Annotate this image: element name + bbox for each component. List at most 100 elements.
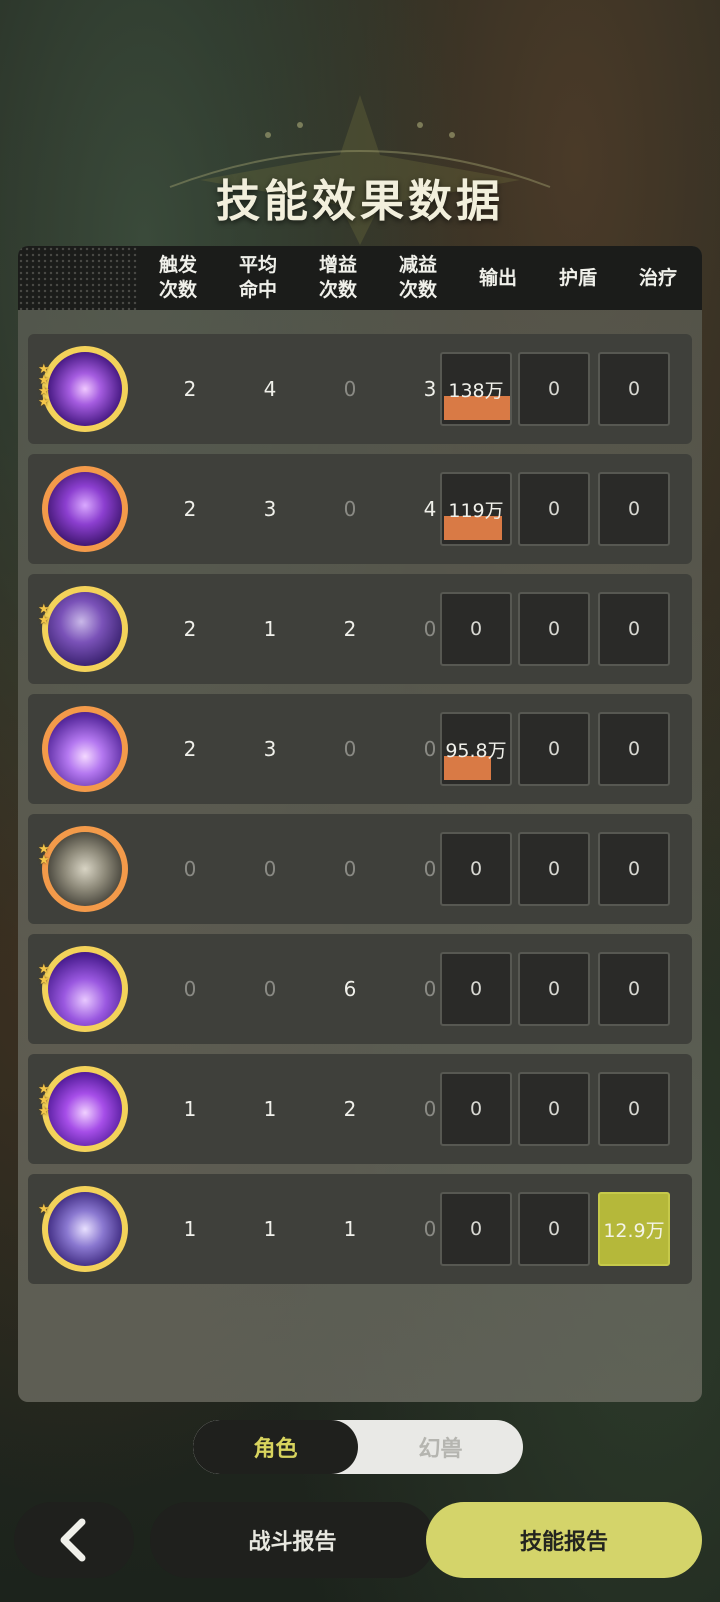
output-value: 0 bbox=[469, 978, 483, 1000]
header-trigger-line2: 次数 bbox=[158, 279, 197, 301]
trigger-count: 2 bbox=[183, 737, 197, 761]
avg-hits: 4 bbox=[263, 377, 277, 401]
buff-count: 0 bbox=[343, 857, 357, 881]
header-avg-hits: 平均 命中 bbox=[218, 253, 298, 303]
output-value: 0 bbox=[469, 858, 483, 880]
tab-skill-report[interactable]: 技能报告 bbox=[426, 1502, 702, 1578]
skill-row: ★ ★ 0 0 0 0 0 0 0 bbox=[28, 814, 692, 924]
skill-icon-art bbox=[48, 952, 122, 1026]
header-hits-line1: 平均 bbox=[238, 254, 277, 276]
buff-count: 2 bbox=[343, 1097, 357, 1121]
header-output: 输出 bbox=[478, 266, 517, 289]
trigger-count: 2 bbox=[183, 377, 197, 401]
heal-cell: 0 bbox=[598, 712, 670, 786]
avg-hits: 1 bbox=[263, 617, 277, 641]
heal-cell: 0 bbox=[598, 832, 670, 906]
header-heal: 治疗 bbox=[638, 266, 677, 289]
star-icon: ★ bbox=[38, 395, 50, 410]
skill-row: ★ 1 1 1 0 0 0 12.9万 bbox=[28, 1174, 692, 1284]
output-cell: 0 bbox=[440, 1192, 512, 1266]
toggle-beast[interactable]: 幻兽 bbox=[358, 1420, 523, 1474]
star-rating: ★ ★ ★ ★ bbox=[38, 363, 52, 410]
page-title: 技能效果数据 bbox=[216, 176, 504, 227]
trigger-count: 0 bbox=[183, 857, 197, 881]
shield-cell: 0 bbox=[518, 952, 590, 1026]
trigger-count: 2 bbox=[183, 497, 197, 521]
silhouette-aura-skill-icon[interactable] bbox=[42, 946, 128, 1032]
shield-cell: 0 bbox=[518, 1192, 590, 1266]
purple-heart-skill-icon[interactable] bbox=[42, 346, 128, 432]
header-debuff-count: 减益 次数 bbox=[378, 253, 458, 303]
figure-spin-skill-icon[interactable] bbox=[42, 826, 128, 912]
role-beast-toggle[interactable]: 角色 幻兽 bbox=[193, 1420, 523, 1474]
star-rating: ★ bbox=[38, 1202, 52, 1217]
star-icon: ★ bbox=[38, 1202, 50, 1217]
header-trigger-line1: 触发 bbox=[158, 254, 197, 276]
skill-icon-art bbox=[48, 712, 122, 786]
star-icon: ★ bbox=[38, 853, 50, 868]
header-buff-count: 增益 次数 bbox=[298, 253, 378, 303]
heal-cell: 0 bbox=[598, 472, 670, 546]
skill-row: ★ ★ 2 1 2 0 0 0 0 bbox=[28, 574, 692, 684]
shield-cell: 0 bbox=[518, 712, 590, 786]
chevron-left-icon bbox=[60, 1518, 86, 1562]
shield-cell: 0 bbox=[518, 592, 590, 666]
avg-hits: 1 bbox=[263, 1097, 277, 1121]
avg-hits: 0 bbox=[263, 857, 277, 881]
heal-cell: 0 bbox=[598, 1072, 670, 1146]
output-cell: 0 bbox=[440, 592, 512, 666]
buff-count: 2 bbox=[343, 617, 357, 641]
shadow-claw-skill-icon[interactable] bbox=[42, 586, 128, 672]
trigger-count: 1 bbox=[183, 1097, 197, 1121]
star-rating: ★ ★ bbox=[38, 843, 52, 868]
skill-icon-art bbox=[48, 352, 122, 426]
output-value: 0 bbox=[469, 618, 483, 640]
shield-cell: 0 bbox=[518, 352, 590, 426]
ghost-face-skill-icon[interactable] bbox=[42, 466, 128, 552]
title-area: 技能效果数据 bbox=[0, 95, 720, 245]
header-buff-line2: 次数 bbox=[318, 279, 357, 301]
heal-cell: 12.9万 bbox=[598, 1192, 670, 1266]
header-trigger-count: 触发 次数 bbox=[138, 253, 218, 303]
lightning-orb-skill-icon[interactable] bbox=[42, 1186, 128, 1272]
trigger-count: 2 bbox=[183, 617, 197, 641]
tab-battle-report[interactable]: 战斗报告 bbox=[150, 1502, 435, 1578]
output-cell: 138万 bbox=[440, 352, 512, 426]
toggle-role[interactable]: 角色 bbox=[193, 1420, 358, 1474]
heal-cell: 0 bbox=[598, 352, 670, 426]
buff-count: 6 bbox=[343, 977, 357, 1001]
output-value: 119万 bbox=[448, 500, 504, 522]
avg-hits: 3 bbox=[263, 497, 277, 521]
skill-row: 2 3 0 4 119万 0 0 bbox=[28, 454, 692, 564]
trigger-count: 0 bbox=[183, 977, 197, 1001]
buff-count: 0 bbox=[343, 497, 357, 521]
star-rating: ★ ★ bbox=[38, 963, 52, 988]
back-button[interactable] bbox=[14, 1502, 134, 1578]
skill-icon-art bbox=[48, 1192, 122, 1266]
shield-cell: 0 bbox=[518, 832, 590, 906]
output-value: 138万 bbox=[448, 380, 504, 402]
avg-hits: 1 bbox=[263, 1217, 277, 1241]
skill-icon-art bbox=[48, 592, 122, 666]
skill-row: 2 3 0 0 95.8万 0 0 bbox=[28, 694, 692, 804]
star-icon: ★ bbox=[38, 973, 50, 988]
skill-icon-art bbox=[48, 472, 122, 546]
shield-cell: 0 bbox=[518, 1072, 590, 1146]
output-value: 0 bbox=[469, 1218, 483, 1240]
crystal-burst-skill-icon[interactable] bbox=[42, 706, 128, 792]
skill-row: ★ ★ ★ ★ 2 4 0 3 138万 0 0 bbox=[28, 334, 692, 444]
output-value: 95.8万 bbox=[445, 740, 507, 762]
purple-flame-skill-icon[interactable] bbox=[42, 1066, 128, 1152]
skill-icon-art bbox=[48, 1072, 122, 1146]
header-shield: 护盾 bbox=[558, 266, 597, 289]
heal-cell: 0 bbox=[598, 952, 670, 1026]
heal-cell: 0 bbox=[598, 592, 670, 666]
output-cell: 95.8万 bbox=[440, 712, 512, 786]
shield-cell: 0 bbox=[518, 472, 590, 546]
header-hits-line2: 命中 bbox=[238, 279, 277, 301]
avg-hits: 3 bbox=[263, 737, 277, 761]
buff-count: 0 bbox=[343, 737, 357, 761]
buff-count: 0 bbox=[343, 377, 357, 401]
skill-icon-art bbox=[48, 832, 122, 906]
output-cell: 0 bbox=[440, 952, 512, 1026]
